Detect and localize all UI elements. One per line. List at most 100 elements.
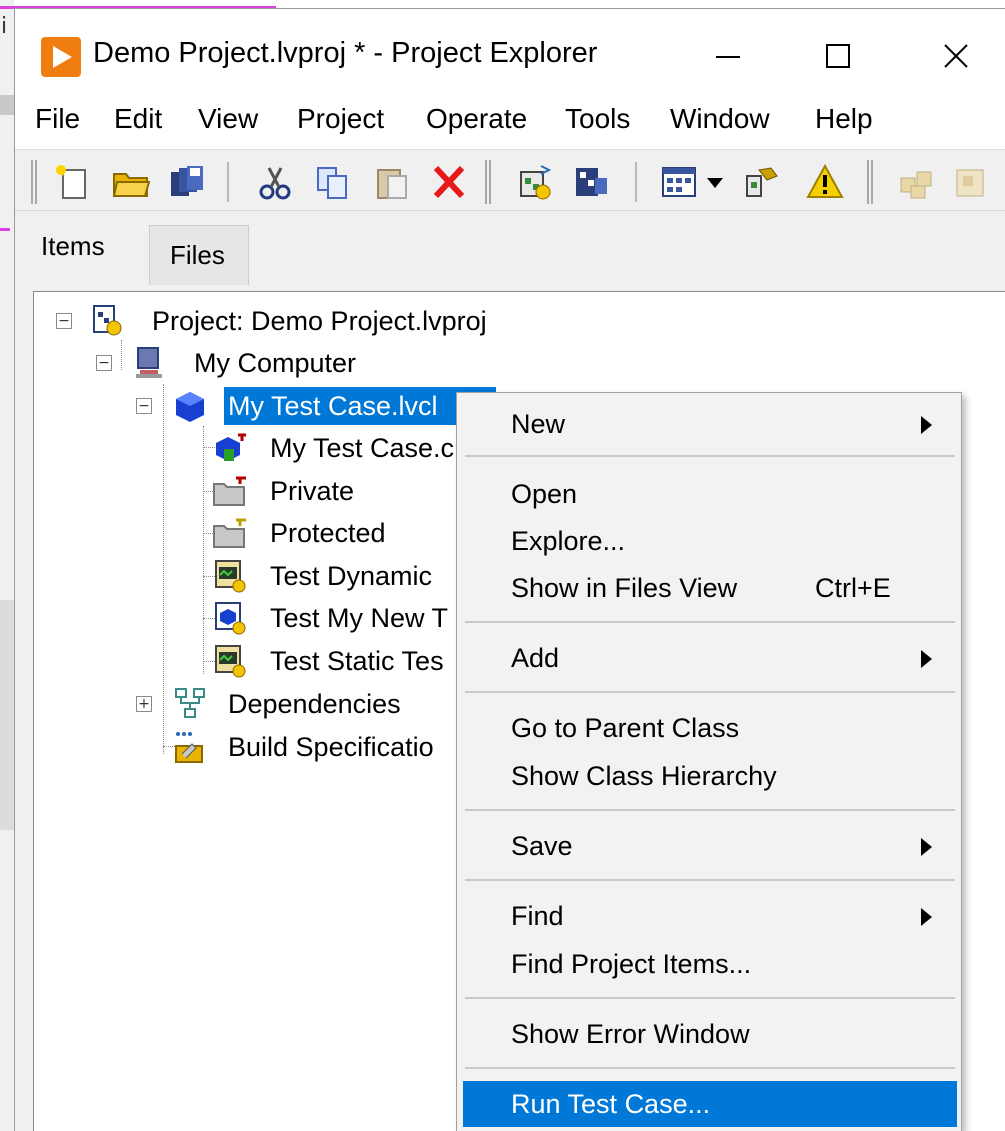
context-menu-find[interactable]: Find — [463, 893, 957, 939]
dropdown-icon[interactable] — [703, 162, 727, 202]
tree-label: Test Dynamic — [270, 561, 433, 591]
class-ctl-icon — [212, 431, 248, 465]
tree-label: Dependencies — [228, 689, 401, 719]
copy-icon[interactable] — [312, 162, 352, 202]
cut-icon[interactable] — [255, 162, 295, 202]
collapse-toggle[interactable]: − — [56, 313, 72, 329]
menu-item-label: Show Class Hierarchy — [511, 761, 777, 791]
menu-item-label: Open — [511, 479, 578, 509]
expand-toggle[interactable]: + — [136, 696, 152, 712]
menu-item-label: Find — [511, 901, 564, 931]
toolbar-grip[interactable] — [485, 160, 491, 204]
toolbar — [15, 149, 1005, 211]
view-icon[interactable] — [659, 162, 699, 202]
source-control-icon[interactable] — [741, 162, 781, 202]
context-menu-show-in-files-view[interactable]: Show in Files View Ctrl+E — [463, 565, 957, 611]
background-glyph: i — [1, 14, 8, 39]
context-menu-new[interactable]: New — [463, 401, 957, 447]
delete-icon[interactable] — [429, 162, 469, 202]
deploy-icon[interactable] — [571, 162, 611, 202]
new-icon[interactable] — [53, 162, 93, 202]
maximize-button[interactable] — [808, 31, 868, 81]
tree-label: Private — [270, 476, 355, 506]
menu-separator — [465, 997, 955, 999]
build-specifications-icon — [172, 730, 208, 764]
close-button[interactable] — [926, 31, 986, 81]
menu-separator — [465, 1067, 955, 1069]
context-menu-find-project-items[interactable]: Find Project Items... — [463, 941, 957, 987]
context-menu-explore[interactable]: Explore... — [463, 518, 957, 564]
tree-label: Build Specificatio — [228, 732, 434, 762]
protected-folder-icon — [212, 516, 248, 550]
class-cube-icon — [172, 389, 208, 423]
package-icon[interactable] — [897, 162, 937, 202]
test-vi-icon — [212, 601, 248, 635]
collapse-toggle[interactable]: − — [96, 355, 112, 371]
warning-icon[interactable] — [805, 162, 845, 202]
toolbar-separator — [227, 162, 229, 202]
menu-project[interactable]: Project — [297, 103, 384, 135]
paste-icon[interactable] — [372, 162, 412, 202]
menu-shortcut: Ctrl+E — [815, 573, 891, 603]
tree-node-project[interactable]: − Project: Demo Project.lvproj — [34, 302, 634, 340]
collapse-toggle[interactable]: − — [136, 398, 152, 414]
menu-edit[interactable]: Edit — [114, 103, 162, 135]
menu-window[interactable]: Window — [670, 103, 770, 135]
window-title: Demo Project.lvproj * - Project Explorer — [93, 37, 598, 69]
package-alt-icon[interactable] — [953, 162, 993, 202]
minimize-button[interactable] — [698, 31, 758, 81]
menu-separator — [465, 691, 955, 693]
tree-label: Protected — [270, 518, 386, 548]
menu-separator — [465, 455, 955, 457]
background-window-strip: i — [0, 0, 14, 1131]
toolbar-grip[interactable] — [867, 160, 873, 204]
menu-operate[interactable]: Operate — [426, 103, 527, 135]
vi-icon — [212, 644, 248, 678]
menu-bar: File Edit View Project Operate Tools Win… — [15, 93, 1005, 149]
menu-separator — [465, 879, 955, 881]
menu-view[interactable]: View — [198, 103, 258, 135]
tab-items-label: Items — [41, 231, 105, 261]
open-icon[interactable] — [111, 162, 151, 202]
submenu-arrow-icon — [921, 838, 932, 856]
context-menu-run-test-case[interactable]: Run Test Case... — [463, 1081, 957, 1127]
tree-label: My Test Case.c — [270, 433, 455, 463]
tree-node-my-computer[interactable]: − My Computer — [34, 344, 634, 382]
context-menu-open[interactable]: Open — [463, 471, 957, 517]
toolbar-grip[interactable] — [31, 160, 37, 204]
tab-items[interactable]: Items — [29, 219, 149, 285]
context-menu-add[interactable]: Add — [463, 635, 957, 681]
context-menu: New Open Explore... Show in Files View C… — [456, 392, 962, 1131]
tree-label: Test Static Tes — [270, 646, 444, 676]
title-bar[interactable]: Demo Project.lvproj * - Project Explorer — [15, 9, 1005, 93]
menu-item-label: Go to Parent Class — [511, 713, 740, 743]
submenu-arrow-icon — [921, 416, 932, 434]
menu-item-label: New — [511, 409, 566, 439]
menu-help[interactable]: Help — [815, 103, 873, 135]
menu-file[interactable]: File — [35, 103, 80, 135]
tab-files-label: Files — [170, 240, 225, 270]
save-all-icon[interactable] — [167, 162, 207, 202]
screen: i Demo Project.lvproj * - Project Explor… — [0, 0, 1005, 1131]
menu-tools[interactable]: Tools — [565, 103, 630, 135]
dependencies-icon — [172, 687, 208, 721]
context-menu-show-class-hierarchy[interactable]: Show Class Hierarchy — [463, 753, 957, 799]
menu-item-label: Run Test Case... — [511, 1089, 711, 1119]
vi-icon — [212, 559, 248, 593]
tree-label: My Computer — [194, 348, 357, 378]
context-menu-save[interactable]: Save — [463, 823, 957, 869]
menu-separator — [465, 809, 955, 811]
menu-item-label: Find Project Items... — [511, 949, 752, 979]
menu-item-label: Show in Files View — [511, 573, 738, 603]
project-icon — [90, 304, 126, 338]
tab-files[interactable]: Files — [149, 225, 249, 285]
private-folder-icon — [212, 474, 248, 508]
context-menu-show-error-window[interactable]: Show Error Window — [463, 1011, 957, 1057]
menu-item-label: Explore... — [511, 526, 626, 556]
build-icon[interactable] — [515, 162, 555, 202]
context-menu-go-to-parent-class[interactable]: Go to Parent Class — [463, 705, 957, 751]
background-accent-tick — [0, 228, 10, 231]
menu-item-label: Add — [511, 643, 560, 673]
submenu-arrow-icon — [921, 650, 932, 668]
labview-app-icon — [41, 37, 81, 77]
